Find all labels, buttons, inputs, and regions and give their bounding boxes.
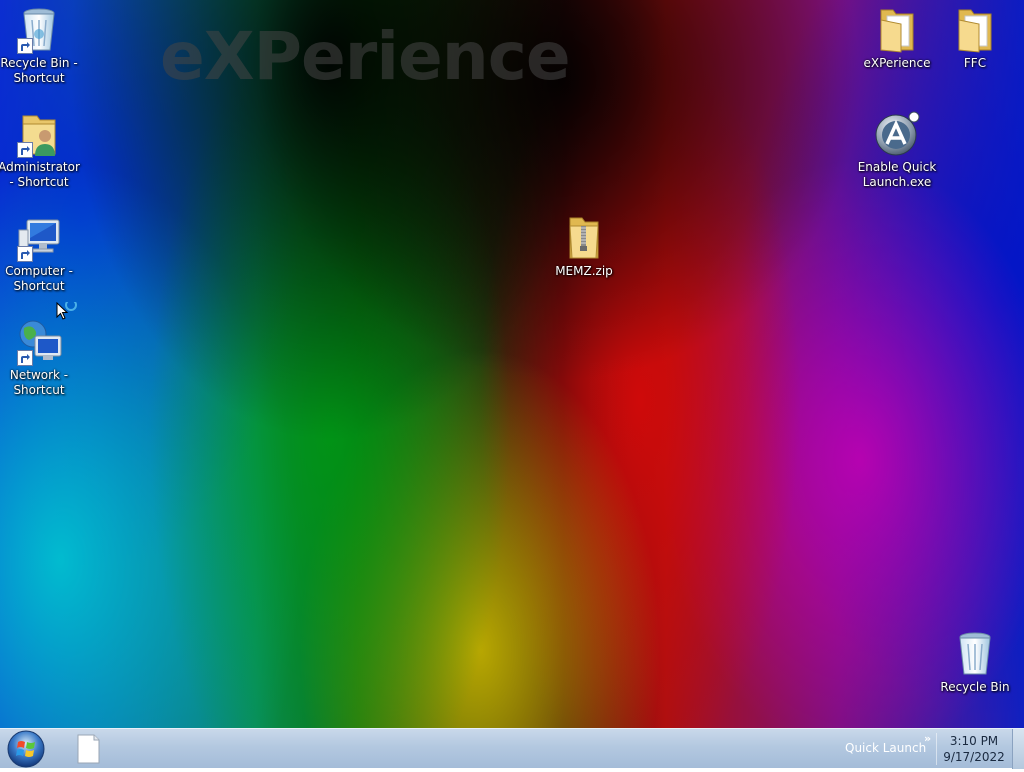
desktop-icon-recycle-bin[interactable]: Recycle Bin — [933, 630, 1017, 695]
shortcut-arrow-icon — [17, 142, 33, 158]
start-button[interactable] — [6, 730, 46, 768]
show-desktop-button[interactable] — [1012, 729, 1024, 769]
recycle-bin-icon — [15, 6, 63, 54]
blank-document-icon — [77, 734, 100, 764]
shortcut-arrow-icon — [17, 350, 33, 366]
clock-time: 3:10 PM — [949, 734, 999, 748]
taskbar: Quick Launch » 3:10 PM 9/17/2022 — [0, 728, 1024, 769]
desktop-icon-label: Computer - Shortcut — [5, 264, 73, 293]
clock-date: 9/17/2022 — [943, 750, 1005, 764]
desktop-icon-label: FFC — [963, 56, 987, 70]
computer-icon — [15, 214, 63, 262]
desktop-icon-recycle-bin-shortcut[interactable]: Recycle Bin - Shortcut — [0, 6, 81, 86]
desktop-icon-label: Recycle Bin — [940, 680, 1010, 694]
quick-launch-toolbar-label[interactable]: Quick Launch — [845, 741, 926, 755]
desktop-icon-label: Enable Quick Launch.exe — [857, 160, 937, 189]
quick-launch-chevron-icon[interactable]: » — [924, 732, 931, 745]
taskbar-item-document[interactable] — [66, 732, 110, 766]
folder-icon — [873, 6, 921, 54]
aero-app-icon — [873, 110, 921, 158]
user-folder-icon — [15, 110, 63, 158]
desktop-icon-computer-shortcut[interactable]: Computer - Shortcut — [0, 214, 81, 294]
wallpaper-watermark: eXPerience — [160, 18, 571, 95]
system-clock[interactable]: 3:10 PM 9/17/2022 — [940, 733, 1008, 765]
windows-orb-icon — [7, 730, 45, 768]
desktop-icon-administrator-shortcut[interactable]: Administrator - Shortcut — [0, 110, 81, 190]
desktop-icon-ffc-folder[interactable]: FFC — [933, 6, 1017, 71]
desktop-icon-label: eXPerience — [863, 56, 931, 70]
desktop-icon-memz-zip[interactable]: MEMZ.zip — [542, 214, 626, 279]
desktop-icon-label: MEMZ.zip — [555, 264, 613, 278]
desktop-icon-label: Recycle Bin - Shortcut — [0, 56, 78, 85]
shortcut-arrow-icon — [17, 38, 33, 54]
tray-divider — [936, 733, 937, 765]
desktop-icon-label: Administrator - Shortcut — [0, 160, 80, 189]
desktop-icon-label: Network - Shortcut — [9, 368, 69, 397]
desktop-icon-enable-quick-launch[interactable]: Enable Quick Launch.exe — [855, 110, 939, 190]
shortcut-arrow-icon — [17, 246, 33, 262]
busy-cursor-icon — [56, 299, 80, 326]
desktop-icon-network-shortcut[interactable]: Network - Shortcut — [0, 318, 81, 398]
desktop-icon-experience-folder[interactable]: eXPerience — [855, 6, 939, 71]
desktop[interactable]: eXPerience Recycle Bin - Shortcut Admini… — [0, 0, 1024, 728]
folder-icon — [951, 6, 999, 54]
recycle-bin-icon — [951, 630, 999, 678]
zip-folder-icon — [560, 214, 608, 262]
